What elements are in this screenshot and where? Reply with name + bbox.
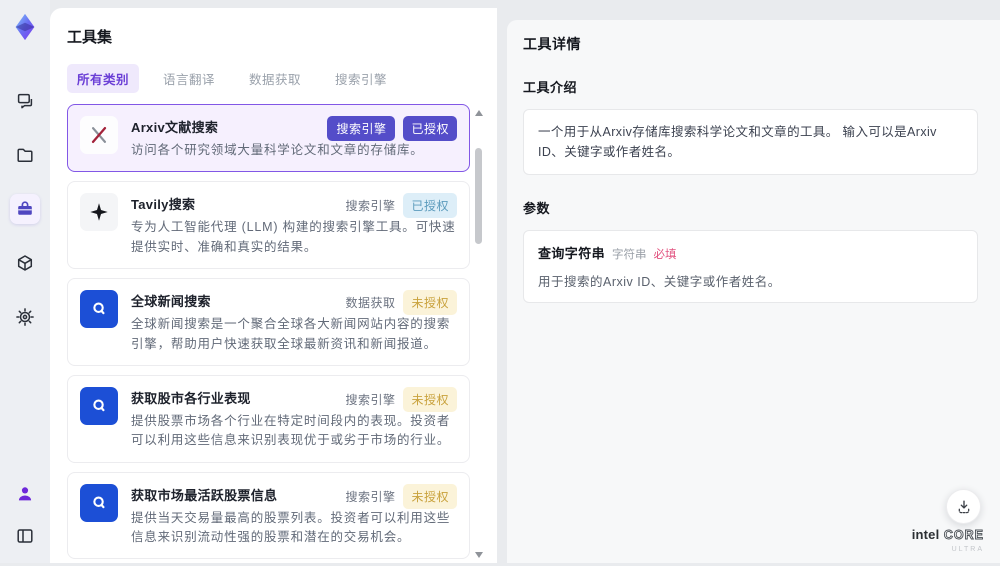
tool-card[interactable]: 获取股市各行业表现 提供股票市场各个行业在特定时间段内的表现。投资者可以利用这些… — [67, 374, 470, 463]
app-sidebar — [0, 0, 50, 563]
tool-auth-badge: 已授权 — [403, 116, 457, 141]
package-icon — [17, 255, 33, 271]
nav-user[interactable] — [10, 479, 40, 509]
tool-icon — [80, 290, 118, 329]
chat-icon — [17, 93, 33, 109]
param-name: 查询字符串 — [538, 246, 606, 261]
nav-toggle-panel[interactable] — [10, 521, 40, 551]
tool-category-badge: 搜索引擎 — [345, 392, 396, 407]
layout-panel-icon — [17, 529, 33, 543]
intro-heading: 工具介绍 — [523, 80, 578, 95]
app-logo — [10, 12, 40, 42]
tool-detail-panel: 工具详情 工具介绍 一个用于从Arxiv存储库搜索科学论文和文章的工具。 输入可… — [507, 20, 1000, 563]
gear-icon — [16, 308, 34, 326]
ultra-wordmark: ULTRA — [951, 545, 984, 553]
tool-icon — [80, 483, 118, 522]
tool-category-badge: 搜索引擎 — [327, 116, 396, 141]
intel-core-logo: intel CORE ULTRA — [912, 526, 984, 553]
param-box: 查询字符串 字符串 必填 用于搜索的Arxiv ID、关键字或作者姓名。 — [523, 230, 978, 303]
tool-list-panel: 工具集 所有类别 语言翻译 数据获取 搜索引擎 Arxiv文献搜索 访问各个研究领域大… — [50, 8, 497, 563]
tab-数据获取[interactable]: 数据获取 — [239, 64, 311, 93]
tool-description: 全球新闻搜索是一个聚合全球各大新闻网站内容的搜索引擎，帮助用户快速获取全球最新资… — [131, 317, 451, 351]
tool-description: 提供当天交易量最高的股票列表。投资者可以利用这些信息来识别流动性强的股票和潜在的… — [131, 510, 451, 544]
nav-chat[interactable] — [10, 86, 40, 116]
tab-语言翻译[interactable]: 语言翻译 — [153, 64, 225, 93]
tool-category-badge: 搜索引擎 — [345, 199, 396, 214]
tab-所有类别[interactable]: 所有类别 — [67, 64, 140, 93]
param-description: 用于搜索的Arxiv ID、关键字或作者姓名。 — [538, 275, 781, 289]
tool-auth-badge: 未授权 — [403, 290, 457, 316]
nav-tools[interactable] — [10, 194, 40, 224]
tool-card[interactable]: 获取市场最活跃股票信息 提供当天交易量最高的股票列表。投资者可以利用这些信息来识… — [67, 471, 470, 560]
tool-category-badge: 数据获取 — [345, 296, 396, 311]
tool-card[interactable]: Arxiv文献搜索 访问各个研究领域大量科学论文和文章的存储库。 搜索引擎 已授… — [67, 104, 470, 173]
tool-auth-badge: 未授权 — [403, 386, 457, 412]
param-required-badge: 必填 — [653, 249, 677, 261]
tool-card[interactable]: Tavily搜索 专为人工智能代理 (LLM) 构建的搜索引擎工具。可快速提供实… — [67, 181, 470, 270]
tool-auth-badge: 已授权 — [403, 193, 457, 219]
category-tabs: 所有类别 语言翻译 数据获取 搜索引擎 — [67, 64, 483, 93]
download-icon — [958, 499, 969, 513]
tool-icon — [80, 116, 118, 154]
tool-list: Arxiv文献搜索 访问各个研究领域大量科学论文和文章的存储库。 搜索引擎 已授… — [67, 104, 483, 566]
scroll-up-arrow[interactable] — [475, 110, 483, 116]
detail-title: 工具详情 — [523, 36, 581, 52]
tool-icon — [80, 193, 118, 232]
tab-搜索引擎[interactable]: 搜索引擎 — [325, 64, 397, 93]
param-type: 字符串 — [612, 249, 647, 261]
user-icon — [18, 487, 32, 501]
toolbox-icon — [18, 201, 32, 215]
tool-icon — [80, 386, 118, 425]
folder-icon — [17, 148, 33, 162]
nav-files[interactable] — [10, 140, 40, 170]
tool-description: 专为人工智能代理 (LLM) 构建的搜索引擎工具。可快速提供实时、准确和真实的结… — [131, 220, 456, 254]
page-title: 工具集 — [67, 29, 113, 46]
download-button[interactable] — [946, 489, 981, 524]
tool-description: 访问各个研究领域大量科学论文和文章的存储库。 — [131, 143, 424, 157]
tool-card[interactable]: 全球新闻搜索 全球新闻搜索是一个聚合全球各大新闻网站内容的搜索引擎，帮助用户快速… — [67, 278, 470, 366]
tool-category-badge: 搜索引擎 — [345, 489, 396, 504]
core-wordmark: CORE — [943, 528, 984, 543]
scrollbar-thumb[interactable] — [475, 148, 482, 244]
nav-packages[interactable] — [10, 248, 40, 278]
tool-auth-badge: 未授权 — [403, 483, 457, 509]
list-scrollbar[interactable] — [474, 106, 483, 562]
intel-wordmark: intel — [911, 527, 940, 542]
scroll-down-arrow[interactable] — [475, 552, 483, 558]
params-heading: 参数 — [523, 201, 551, 216]
intro-box: 一个用于从Arxiv存储库搜索科学论文和文章的工具。 输入可以是Arxiv ID… — [523, 109, 978, 175]
nav-settings[interactable] — [10, 302, 40, 332]
tool-description: 提供股票市场各个行业在特定时间段内的表现。投资者可以利用这些信息来识别表现优于或… — [131, 413, 451, 448]
